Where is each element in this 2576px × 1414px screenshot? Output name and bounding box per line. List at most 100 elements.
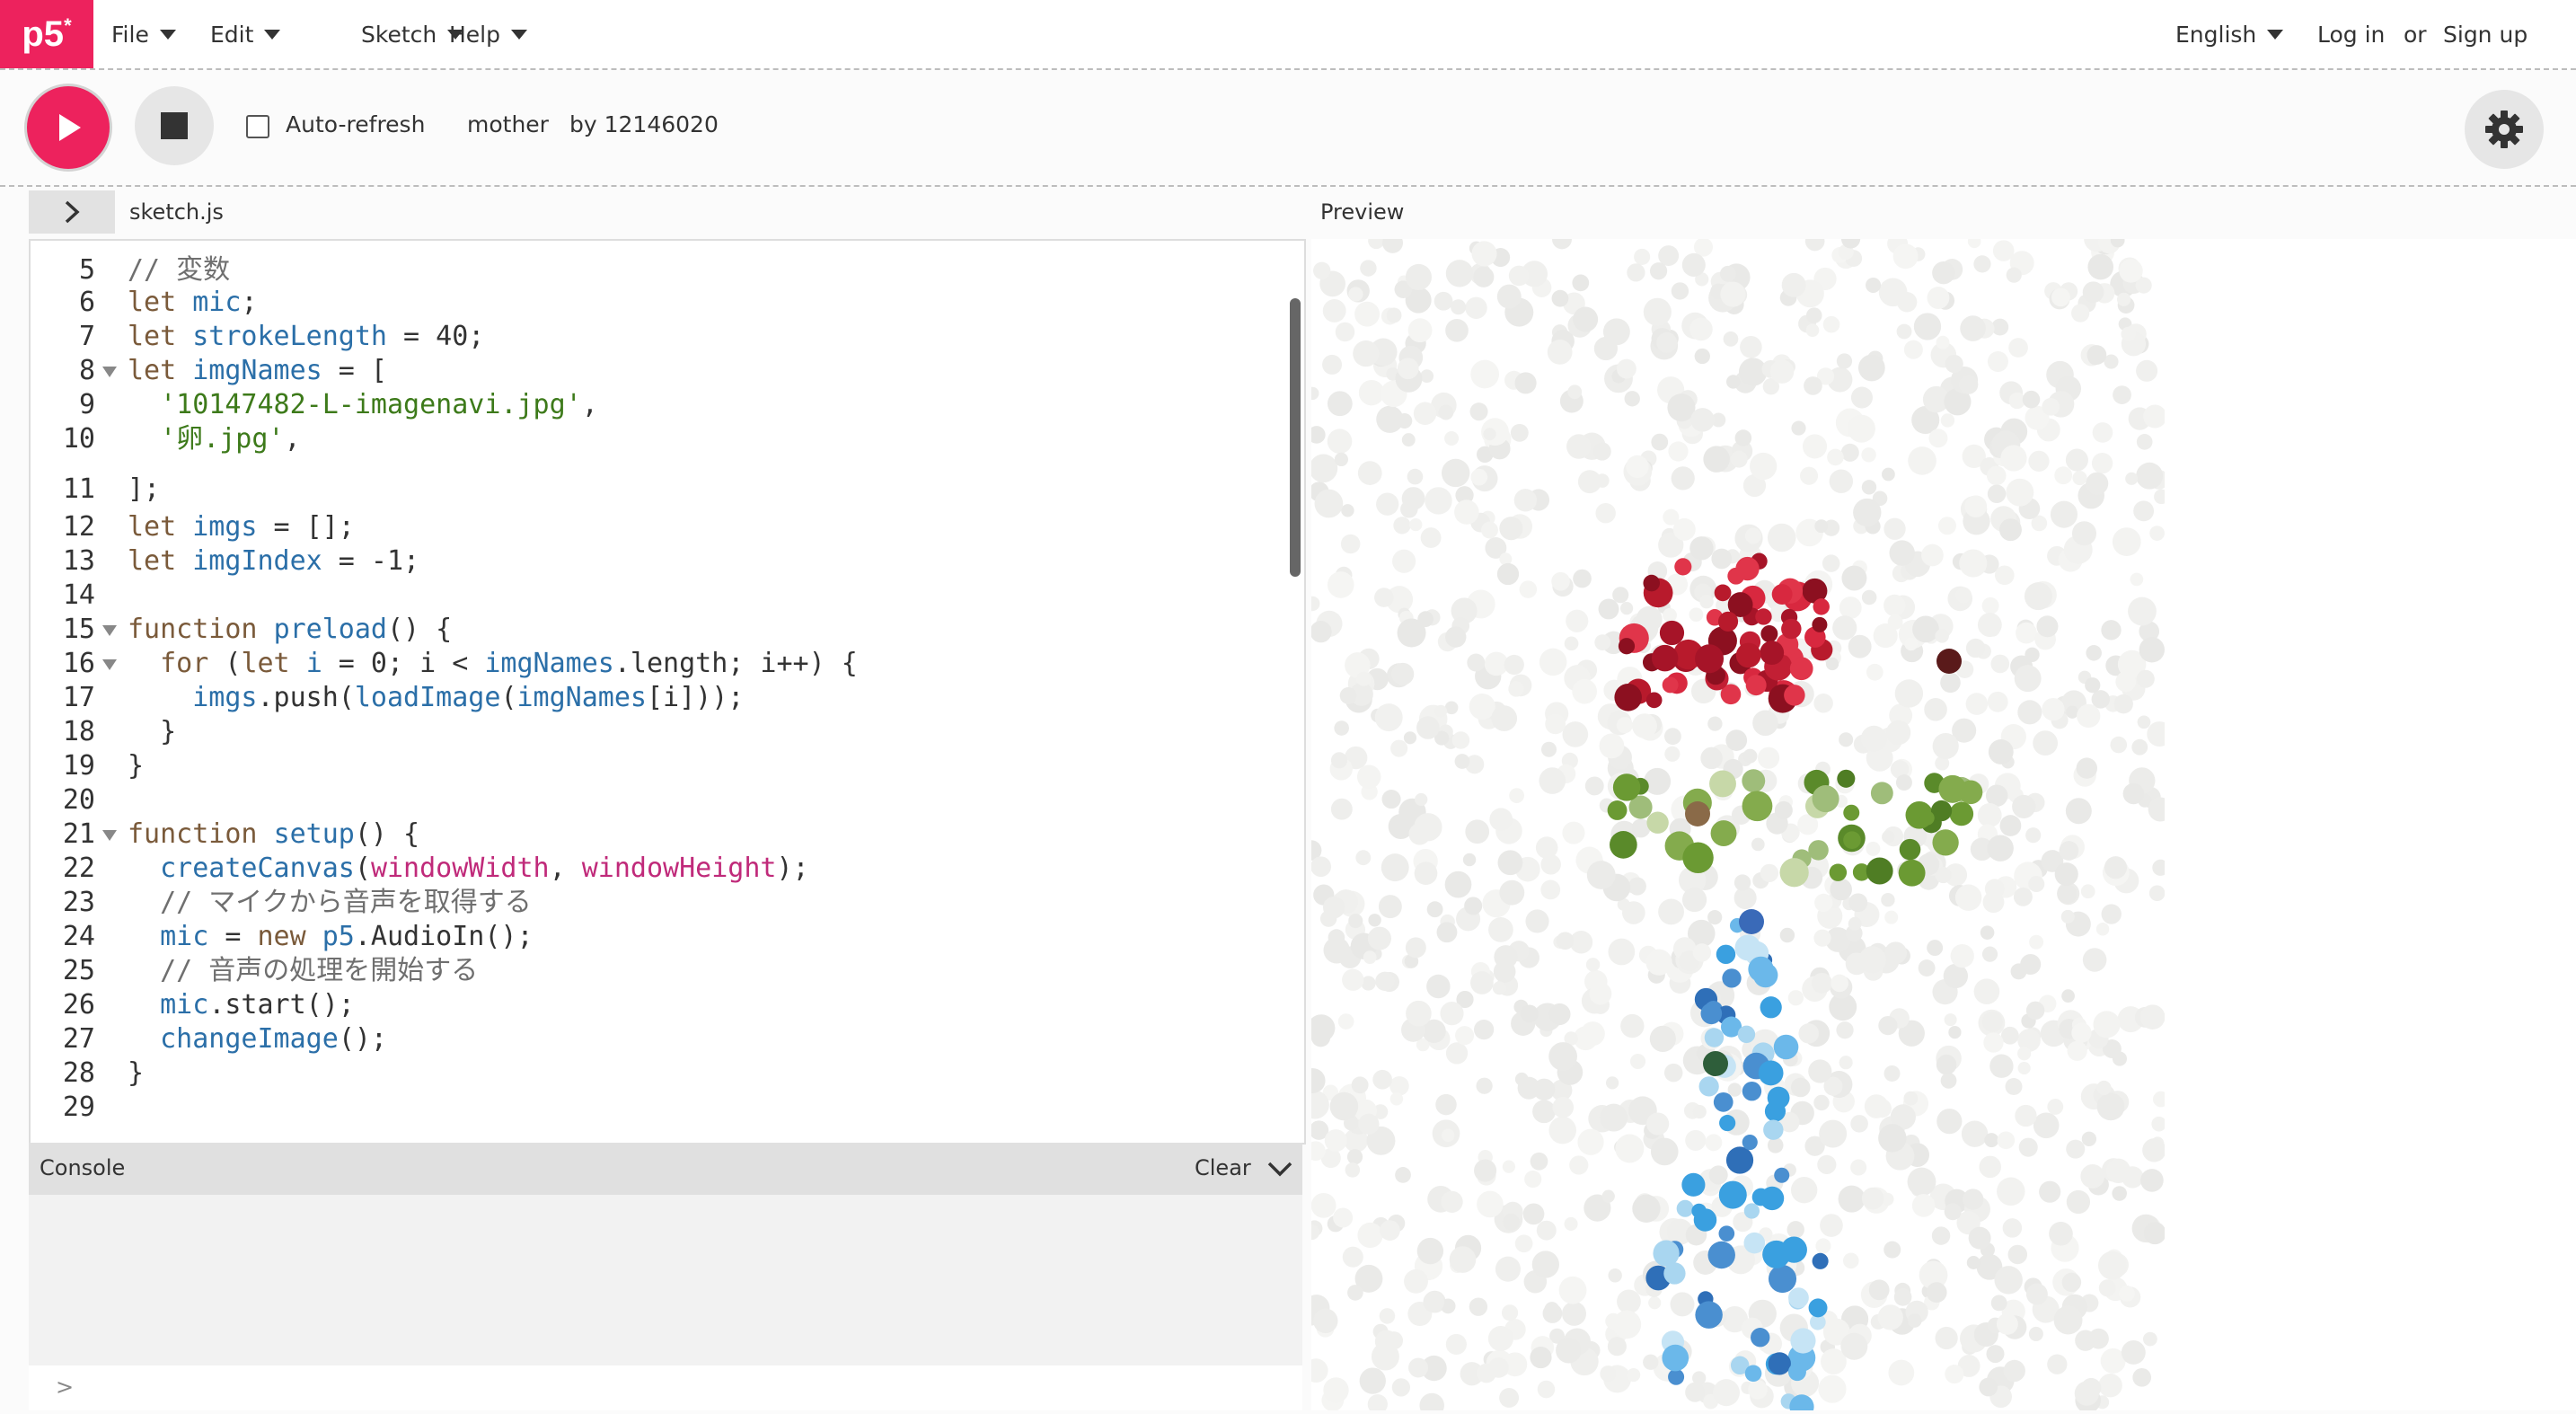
canvas-dot	[1784, 685, 1805, 706]
canvas-dot	[1434, 291, 1453, 311]
code-line[interactable]: }	[128, 715, 176, 749]
code-line[interactable]: // 音声の処理を開始する	[128, 954, 478, 988]
canvas-dot	[1813, 598, 1830, 615]
sketch-author[interactable]: by 12146020	[569, 111, 719, 137]
fold-arrow-icon[interactable]	[102, 659, 117, 670]
menu-edit[interactable]: Edit	[210, 0, 281, 68]
editor-scrollbar[interactable]	[1290, 298, 1301, 577]
canvas-dot	[1454, 754, 1470, 769]
canvas-dot	[2097, 1251, 2127, 1280]
canvas-dot	[1442, 458, 1470, 488]
stop-button[interactable]	[135, 86, 214, 165]
language-dropdown[interactable]: English	[2175, 0, 2284, 68]
canvas-dot	[1348, 287, 1363, 302]
code-line[interactable]: }	[128, 749, 144, 783]
canvas-dot	[1960, 315, 1986, 341]
canvas-dot	[1407, 318, 1433, 343]
canvas-dot	[1470, 971, 1494, 994]
login-link[interactable]: Log in	[2317, 0, 2385, 68]
canvas-dot	[1812, 1252, 1829, 1269]
code-line[interactable]: // マイクから音声を取得する	[128, 886, 532, 920]
play-button[interactable]	[27, 86, 110, 169]
code-line[interactable]: changeImage();	[128, 1022, 387, 1056]
canvas-dot	[1451, 299, 1467, 315]
code-line[interactable]: let imgNames = [	[128, 354, 387, 388]
canvas-dot	[1864, 1094, 1889, 1118]
canvas-dot	[1813, 929, 1831, 947]
canvas-dot	[1723, 331, 1739, 347]
canvas-dot	[1825, 657, 1839, 671]
canvas-dot	[1668, 1368, 1685, 1385]
sidebar-toggle-button[interactable]	[29, 190, 115, 234]
code-line[interactable]: ];	[128, 473, 160, 507]
canvas-dot	[1950, 943, 1974, 968]
code-line[interactable]: mic = new p5.AudioIn();	[128, 920, 533, 954]
code-line[interactable]: function setup() {	[128, 817, 419, 852]
canvas-dot	[1465, 819, 1490, 844]
canvas-dot	[1896, 323, 1912, 340]
menu-file[interactable]: File	[111, 0, 176, 68]
code-line[interactable]: let mic;	[128, 286, 258, 320]
fold-arrow-icon[interactable]	[102, 367, 117, 377]
canvas-dot	[1634, 248, 1651, 265]
settings-button[interactable]	[2465, 90, 2544, 169]
fold-arrow-icon[interactable]	[102, 830, 117, 841]
canvas-dot	[2053, 1305, 2083, 1335]
code-line[interactable]: createCanvas(windowWidth, windowHeight);	[128, 852, 809, 886]
code-line[interactable]: '卵.jpg',	[128, 422, 300, 456]
code-line[interactable]: '10147482-L-imagenavi.jpg',	[128, 388, 598, 422]
canvas-dot	[1959, 549, 1988, 578]
code-line[interactable]: mic.start();	[128, 988, 355, 1022]
canvas-dot	[1323, 1377, 1349, 1403]
fold-arrow-icon[interactable]	[102, 625, 117, 636]
canvas-dot	[1601, 1189, 1615, 1203]
code-line[interactable]: let imgIndex = -1;	[128, 544, 419, 579]
signup-link[interactable]: Sign up	[2443, 0, 2527, 68]
canvas-dot	[2025, 827, 2042, 844]
code-line[interactable]: function preload() {	[128, 613, 452, 647]
auto-refresh-checkbox[interactable]	[246, 115, 269, 138]
code-line[interactable]: let imgs = [];	[128, 510, 355, 544]
canvas-dot	[1540, 879, 1561, 900]
canvas-dot	[1663, 1262, 1686, 1285]
canvas-dot	[1627, 263, 1645, 282]
file-tab-sketch-js[interactable]: sketch.js	[129, 199, 224, 225]
code-token: (	[500, 682, 517, 713]
menu-help[interactable]: Help	[449, 0, 527, 68]
code-area[interactable]: // 変数 let mic; let strokeLength = 40; let i…	[128, 241, 1286, 1143]
code-line[interactable]: for (let i = 0; i < imgNames.length; i++…	[128, 647, 858, 681]
canvas-dot	[1334, 720, 1349, 736]
canvas-dot	[1720, 281, 1746, 307]
canvas-dot	[1616, 358, 1636, 379]
console-clear-button[interactable]: Clear	[1195, 1155, 1251, 1180]
canvas-dot	[1745, 675, 1767, 696]
canvas-dot	[1545, 713, 1566, 735]
canvas-dot	[1918, 959, 1936, 977]
canvas-dot	[1924, 698, 1947, 721]
p5-logo[interactable]: p5 *	[0, 0, 93, 68]
console-input[interactable]: >	[29, 1365, 1302, 1410]
canvas-dot	[1734, 874, 1751, 891]
canvas-dot	[1593, 336, 1618, 361]
line-number: 9	[78, 389, 95, 420]
canvas-dot	[2007, 1244, 2028, 1265]
canvas-dot	[1548, 1042, 1577, 1071]
code-line[interactable]: }	[128, 1056, 144, 1091]
canvas-dot	[1848, 634, 1872, 658]
canvas-dot	[1935, 1326, 1958, 1350]
code-editor[interactable]: 5 6 7 8 9 10 11 12 13 14 15 16 17 18 19 20 21 22 23 24 25 26 2…	[29, 239, 1306, 1144]
chevron-down-icon[interactable]	[1266, 1159, 1293, 1179]
canvas-dot	[1558, 1276, 1587, 1304]
canvas-dot	[1751, 837, 1765, 852]
canvas-dot	[1357, 461, 1382, 485]
canvas-dot	[1843, 804, 1860, 821]
canvas-dot	[1436, 922, 1458, 943]
canvas-dot	[2139, 1004, 2166, 1030]
code-line[interactable]: // 変数	[128, 253, 230, 287]
sketch-canvas[interactable]	[1300, 225, 2173, 1414]
code-line[interactable]: imgs.push(loadImage(imgNames[i]));	[128, 681, 744, 715]
sketch-name[interactable]: mother	[467, 111, 549, 137]
canvas-dot	[1584, 776, 1604, 796]
code-line[interactable]: let strokeLength = 40;	[128, 320, 484, 354]
